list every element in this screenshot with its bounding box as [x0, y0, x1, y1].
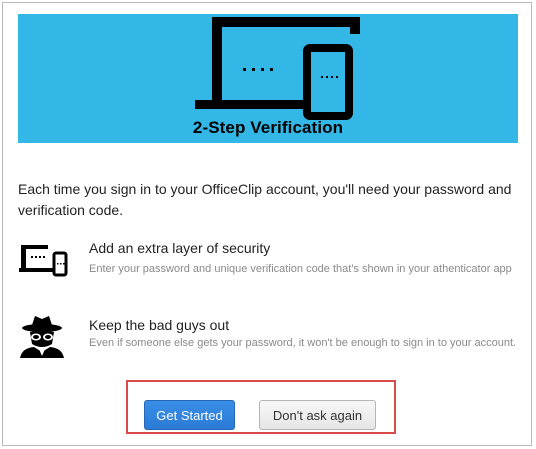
feature-desc-security: Enter your password and unique verificat…: [89, 263, 512, 275]
verification-banner: 2-Step Verification: [18, 14, 518, 143]
dont-ask-again-button[interactable]: Don't ask again: [259, 400, 376, 430]
feature-title-security: Add an extra layer of security: [89, 240, 271, 256]
feature-title-bad-guys: Keep the bad guys out: [89, 317, 230, 333]
intro-text: Each time you sign in to your OfficeClip…: [18, 181, 512, 218]
feature-desc-bad-guys: Even if someone else gets your password,…: [89, 337, 517, 349]
devices-icon: [19, 244, 69, 283]
spy-icon: [18, 314, 68, 363]
get-started-button[interactable]: Get Started: [144, 400, 235, 430]
banner-title: 2-Step Verification: [192, 118, 344, 137]
